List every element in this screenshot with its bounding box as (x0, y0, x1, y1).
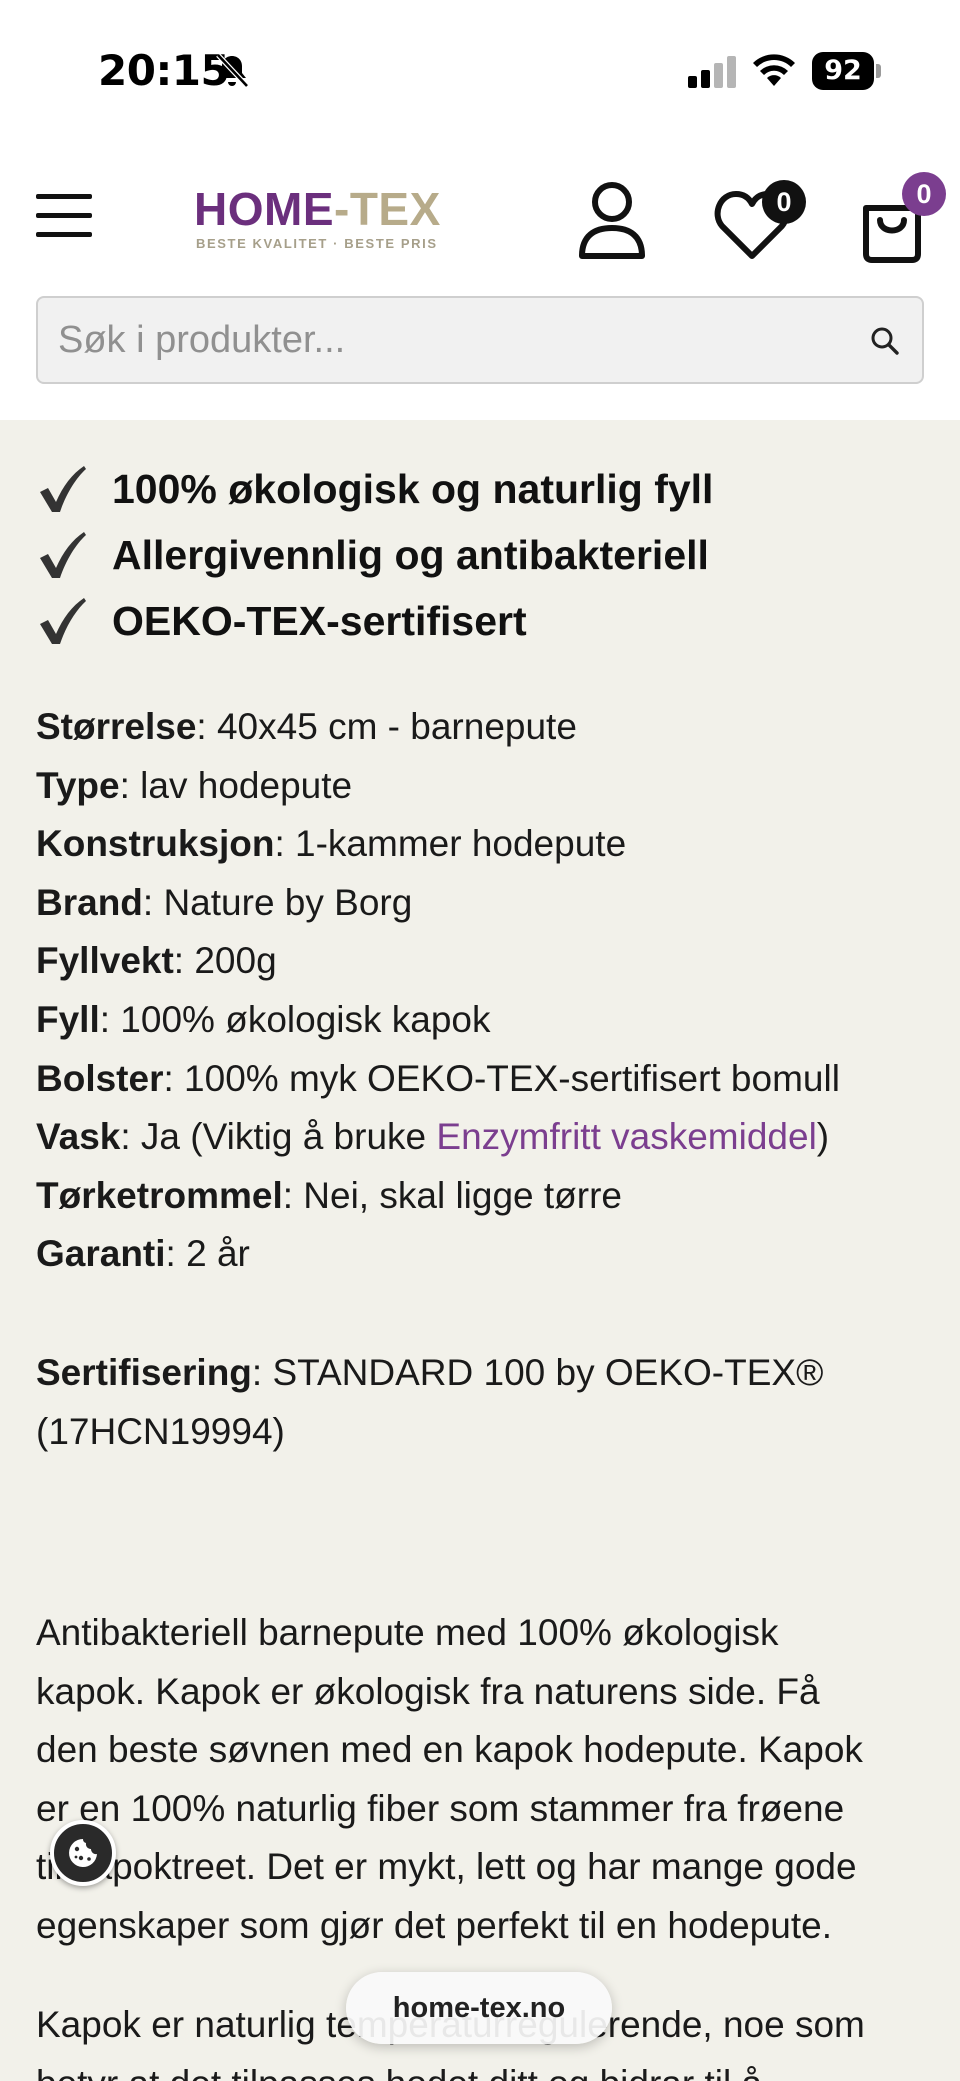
paragraph-line: kapok. Kapok er økologisk fra naturens s… (36, 1670, 820, 1712)
spec-label: Fyll (36, 998, 100, 1040)
certification-value: : STANDARD 100 by OEKO-TEX® (251, 1352, 824, 1393)
logo-tex: TEX (349, 183, 441, 235)
menu-icon-bar (36, 232, 92, 237)
spec-value: : lav hodepute (119, 764, 353, 806)
search-icon[interactable] (870, 326, 900, 356)
paragraph-line: betyr at det tilpasses hodet ditt og bid… (36, 2055, 936, 2081)
wishlist-button[interactable]: 0 (714, 178, 806, 259)
spec-label: Tørketrommel (36, 1174, 283, 1216)
spec-label: Garanti (36, 1233, 166, 1275)
site-header: HOME-TEX BESTE KVALITET · BESTE PRIS 0 0 (0, 130, 960, 420)
battery-tip (876, 64, 881, 78)
paragraph-line: egenskaper som gjør det perfekt til en h… (36, 1904, 832, 1946)
spec-construction: Konstruksjon: 1-kammer hodepute (36, 815, 936, 874)
search-bar[interactable] (36, 296, 924, 384)
status-bar: 20:15 92 (0, 0, 960, 130)
spec-value-after: ) (816, 1116, 830, 1158)
spec-value: : 1-kammer hodepute (274, 823, 627, 865)
feature-item: Allergivennlig og antibakteriell (36, 522, 713, 588)
feature-text: 100% økologisk og naturlig fyll (112, 465, 714, 512)
bell-slash-icon (216, 53, 249, 88)
product-description: 100% økologisk og naturlig fyll Allergiv… (0, 420, 960, 2081)
spec-size: Størrelse: 40x45 cm - barnepute (36, 698, 936, 757)
feature-text: Allergivennlig og antibakteriell (112, 531, 709, 578)
logo-dash: - (334, 183, 350, 235)
spec-label: Vask (36, 1116, 121, 1158)
spec-label: Fyllvekt (36, 940, 174, 982)
spec-value: : Ja (Viktig å bruke (120, 1116, 437, 1158)
cookie-icon (69, 1839, 97, 1867)
status-time: 20:15 (98, 46, 230, 95)
spec-label: Konstruksjon (36, 823, 275, 865)
wifi-icon (753, 54, 795, 86)
logo-tagline: BESTE KVALITET · BESTE PRIS (196, 236, 438, 251)
home-tex-logo[interactable]: HOME-TEX BESTE KVALITET · BESTE PRIS (194, 182, 454, 252)
spec-fill: Fyll: 100% økologisk kapok (36, 991, 936, 1050)
spec-value: : Nei, skal ligge tørre (282, 1174, 623, 1216)
logo-wordmark: HOME-TEX (194, 182, 441, 236)
spec-value: : 100% myk OEKO-TEX-sertifisert bomull (163, 1057, 840, 1099)
search-input[interactable] (58, 298, 858, 382)
menu-icon-bar (36, 213, 92, 218)
spec-type: Type: lav hodepute (36, 757, 936, 816)
spec-value: : 2 år (165, 1233, 250, 1275)
battery-indicator: 92 (812, 52, 881, 90)
checkmark-icon (40, 598, 86, 644)
wishlist-count-badge: 0 (762, 180, 806, 224)
spec-value: : 100% økologisk kapok (99, 998, 491, 1040)
spec-dryer: Tørketrommel: Nei, skal ligge tørre (36, 1167, 936, 1226)
cookie-settings-button[interactable] (50, 1820, 116, 1886)
spec-label: Bolster (36, 1057, 164, 1099)
spec-label: Brand (36, 881, 143, 923)
description-paragraph: Antibakteriell barnepute med 100% økolog… (36, 1604, 936, 1956)
cellular-signal-icon (688, 56, 736, 88)
paragraph-line: Antibakteriell barnepute med 100% økolog… (36, 1612, 779, 1653)
certification-code: (17HCN19994) (36, 1410, 285, 1452)
browser-url-bar[interactable]: home-tex.no (346, 1972, 612, 2044)
certification-line: Sertifisering: STANDARD 100 by OEKO-TEX® (36, 1344, 936, 1403)
checkmark-icon (40, 532, 86, 578)
spec-fill-weight: Fyllvekt: 200g (36, 932, 936, 991)
paragraph-line: den beste søvnen med en kapok hodepute. … (36, 1729, 863, 1771)
feature-list: 100% økologisk og naturlig fyll Allergiv… (36, 456, 713, 654)
feature-text: OEKO-TEX-sertifisert (112, 597, 527, 644)
logo-home: HOME (194, 183, 334, 235)
certification-label: Sertifisering (36, 1352, 252, 1393)
feature-item: 100% økologisk og naturlig fyll (36, 456, 713, 522)
menu-button[interactable] (36, 192, 92, 240)
spec-brand: Brand: Nature by Borg (36, 874, 936, 933)
spec-bolster: Bolster: 100% myk OEKO-TEX-sertifisert b… (36, 1050, 936, 1109)
account-button[interactable] (578, 180, 646, 260)
spec-wash: Vask: Ja (Viktig å bruke Enzymfritt vask… (36, 1108, 936, 1167)
spec-value: : 40x45 cm - barnepute (196, 706, 577, 747)
spec-label: Størrelse (36, 706, 197, 747)
detergent-link[interactable]: Enzymfritt vaskemiddel (436, 1116, 816, 1157)
paragraph-line: til kapoktreet. Det er mykt, lett og har… (36, 1846, 857, 1888)
certification: Sertifisering: STANDARD 100 by OEKO-TEX®… (36, 1344, 936, 1461)
cart-button[interactable]: 0 (860, 172, 950, 263)
battery-level: 92 (812, 52, 874, 90)
menu-icon (36, 194, 92, 199)
cart-count-badge: 0 (902, 172, 946, 216)
feature-item: OEKO-TEX-sertifisert (36, 588, 713, 654)
user-icon (579, 182, 645, 259)
spec-value: : Nature by Borg (142, 881, 413, 923)
page: 20:15 92 HOME-TEX BESTE KVALITET · BESTE… (0, 0, 960, 2081)
spec-warranty: Garanti: 2 år (36, 1225, 936, 1284)
spec-value: : 200g (173, 940, 277, 982)
spec-label: Type (36, 764, 120, 806)
spec-list: Størrelse: 40x45 cm - barnepute Type: la… (36, 698, 936, 1284)
checkmark-icon (40, 466, 86, 512)
paragraph-line: er en 100% naturlig fiber som stammer fr… (36, 1787, 845, 1829)
